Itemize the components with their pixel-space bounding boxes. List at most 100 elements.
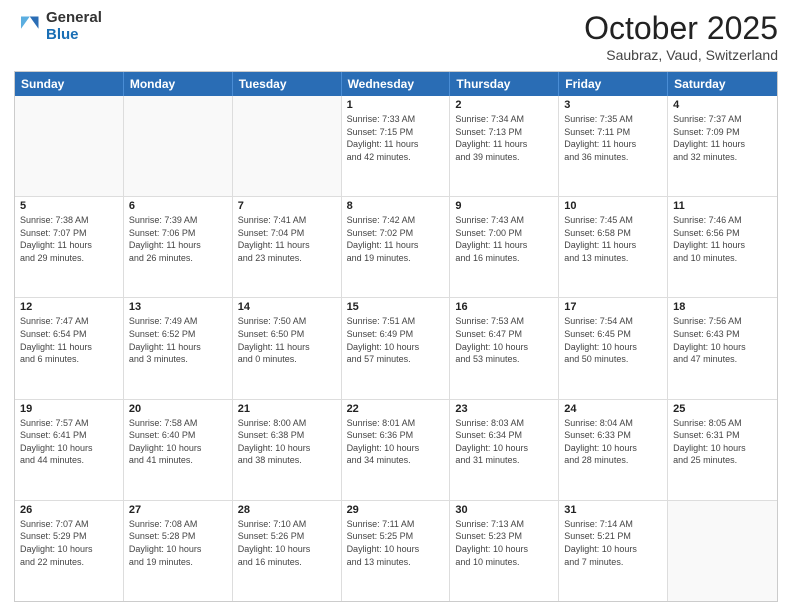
day-info: Sunrise: 7:13 AM Sunset: 5:23 PM Dayligh… bbox=[455, 518, 553, 568]
day-info: Sunrise: 7:43 AM Sunset: 7:00 PM Dayligh… bbox=[455, 214, 553, 264]
day-number: 13 bbox=[129, 301, 227, 313]
day-info: Sunrise: 7:11 AM Sunset: 5:25 PM Dayligh… bbox=[347, 518, 445, 568]
day-info: Sunrise: 7:58 AM Sunset: 6:40 PM Dayligh… bbox=[129, 417, 227, 467]
calendar-cell: 19Sunrise: 7:57 AM Sunset: 6:41 PM Dayli… bbox=[15, 400, 124, 500]
weekday-header: Saturday bbox=[668, 72, 777, 96]
calendar-cell: 14 Sunrise: 7:50 AM Sunset: 6:50 PM Dayli… bbox=[233, 298, 342, 398]
day-number: 18 bbox=[673, 301, 772, 313]
calendar-cell: 24Sunrise: 8:04 AM Sunset: 6:33 PM Dayli… bbox=[559, 400, 668, 500]
day-number: 2 bbox=[455, 99, 553, 111]
day-number: 5 bbox=[20, 200, 118, 212]
calendar-cell: 8Sunrise: 7:42 AM Sunset: 7:02 PM Daylig… bbox=[342, 197, 451, 297]
calendar-cell: 7Sunrise: 7:41 AM Sunset: 7:04 PM Daylig… bbox=[233, 197, 342, 297]
day-info: Sunrise: 7:50 AM Sunset: 6:50 PM Dayligh… bbox=[238, 315, 336, 365]
day-number: 26 bbox=[20, 504, 118, 516]
calendar-cell: 20 Sunrise: 7:58 AM Sunset: 6:40 PM Dayli… bbox=[124, 400, 233, 500]
day-info: Sunrise: 7:47 AM Sunset: 6:54 PM Dayligh… bbox=[20, 315, 118, 365]
day-info: Sunrise: 7:49 AM Sunset: 6:52 PM Dayligh… bbox=[129, 315, 227, 365]
logo: General Blue bbox=[14, 10, 102, 43]
day-info: Sunrise: 7:54 AM Sunset: 6:45 PM Dayligh… bbox=[564, 315, 662, 365]
day-info: Sunrise: 7:38 AM Sunset: 7:07 PM Dayligh… bbox=[20, 214, 118, 264]
day-info: Sunrise: 8:05 AM Sunset: 6:31 PM Dayligh… bbox=[673, 417, 772, 467]
day-info: Sunrise: 8:00 AM Sunset: 6:38 PM Dayligh… bbox=[238, 417, 336, 467]
day-number: 4 bbox=[673, 99, 772, 111]
calendar-cell: 2Sunrise: 7:34 AM Sunset: 7:13 PM Daylig… bbox=[450, 96, 559, 196]
day-number: 15 bbox=[347, 301, 445, 313]
day-info: Sunrise: 7:39 AM Sunset: 7:06 PM Dayligh… bbox=[129, 214, 227, 264]
weekday-header: Tuesday bbox=[233, 72, 342, 96]
weekday-header: Monday bbox=[124, 72, 233, 96]
day-number: 14 bbox=[238, 301, 336, 313]
calendar-cell: 30 Sunrise: 7:13 AM Sunset: 5:23 PM Dayli… bbox=[450, 501, 559, 601]
calendar-cell: 6Sunrise: 7:39 AM Sunset: 7:06 PM Daylig… bbox=[124, 197, 233, 297]
day-info: Sunrise: 7:42 AM Sunset: 7:02 PM Dayligh… bbox=[347, 214, 445, 264]
calendar-row: 26 Sunrise: 7:07 AM Sunset: 5:29 PM Dayli… bbox=[15, 501, 777, 601]
day-number: 27 bbox=[129, 504, 227, 516]
day-number: 29 bbox=[347, 504, 445, 516]
day-info: Sunrise: 7:14 AM Sunset: 5:21 PM Dayligh… bbox=[564, 518, 662, 568]
day-number: 3 bbox=[564, 99, 662, 111]
calendar-row: 5 Sunrise: 7:38 AM Sunset: 7:07 PM Daylig… bbox=[15, 197, 777, 298]
calendar-cell: 11Sunrise: 7:46 AM Sunset: 6:56 PM Dayli… bbox=[668, 197, 777, 297]
day-number: 12 bbox=[20, 301, 118, 313]
day-number: 20 bbox=[129, 403, 227, 415]
calendar-cell: 28 Sunrise: 7:10 AM Sunset: 5:26 PM Dayli… bbox=[233, 501, 342, 601]
day-number: 17 bbox=[564, 301, 662, 313]
calendar-cell: 10Sunrise: 7:45 AM Sunset: 6:58 PM Dayli… bbox=[559, 197, 668, 297]
calendar-row: 19Sunrise: 7:57 AM Sunset: 6:41 PM Dayli… bbox=[15, 400, 777, 501]
calendar-cell: 25 Sunrise: 8:05 AM Sunset: 6:31 PM Dayli… bbox=[668, 400, 777, 500]
day-number: 23 bbox=[455, 403, 553, 415]
calendar-cell: 12 Sunrise: 7:47 AM Sunset: 6:54 PM Dayli… bbox=[15, 298, 124, 398]
calendar-cell bbox=[668, 501, 777, 601]
calendar-cell bbox=[15, 96, 124, 196]
day-info: Sunrise: 7:10 AM Sunset: 5:26 PM Dayligh… bbox=[238, 518, 336, 568]
day-number: 28 bbox=[238, 504, 336, 516]
calendar-cell: 16Sunrise: 7:53 AM Sunset: 6:47 PM Dayli… bbox=[450, 298, 559, 398]
day-info: Sunrise: 7:08 AM Sunset: 5:28 PM Dayligh… bbox=[129, 518, 227, 568]
calendar-cell: 3 Sunrise: 7:35 AM Sunset: 7:11 PM Daylig… bbox=[559, 96, 668, 196]
logo-icon bbox=[14, 13, 42, 41]
calendar-cell bbox=[233, 96, 342, 196]
calendar-cell: 29 Sunrise: 7:11 AM Sunset: 5:25 PM Dayli… bbox=[342, 501, 451, 601]
calendar-cell: 4Sunrise: 7:37 AM Sunset: 7:09 PM Daylig… bbox=[668, 96, 777, 196]
calendar-cell: 13 Sunrise: 7:49 AM Sunset: 6:52 PM Dayli… bbox=[124, 298, 233, 398]
calendar: SundayMondayTuesdayWednesdayThursdayFrid… bbox=[14, 71, 778, 602]
calendar-cell: 31 Sunrise: 7:14 AM Sunset: 5:21 PM Dayli… bbox=[559, 501, 668, 601]
calendar-cell: 17 Sunrise: 7:54 AM Sunset: 6:45 PM Dayli… bbox=[559, 298, 668, 398]
day-number: 9 bbox=[455, 200, 553, 212]
calendar-cell: 27 Sunrise: 7:08 AM Sunset: 5:28 PM Dayli… bbox=[124, 501, 233, 601]
day-number: 11 bbox=[673, 200, 772, 212]
calendar-cell: 26 Sunrise: 7:07 AM Sunset: 5:29 PM Dayli… bbox=[15, 501, 124, 601]
day-info: Sunrise: 7:35 AM Sunset: 7:11 PM Dayligh… bbox=[564, 113, 662, 163]
logo-text: General Blue bbox=[46, 10, 102, 43]
day-number: 30 bbox=[455, 504, 553, 516]
calendar-cell: 5 Sunrise: 7:38 AM Sunset: 7:07 PM Daylig… bbox=[15, 197, 124, 297]
weekday-header: Wednesday bbox=[342, 72, 451, 96]
day-info: Sunrise: 7:45 AM Sunset: 6:58 PM Dayligh… bbox=[564, 214, 662, 264]
day-number: 21 bbox=[238, 403, 336, 415]
calendar-cell: 15 Sunrise: 7:51 AM Sunset: 6:49 PM Dayli… bbox=[342, 298, 451, 398]
calendar-row: 1Sunrise: 7:33 AM Sunset: 7:15 PM Daylig… bbox=[15, 96, 777, 197]
day-number: 19 bbox=[20, 403, 118, 415]
calendar-cell: 22 Sunrise: 8:01 AM Sunset: 6:36 PM Dayli… bbox=[342, 400, 451, 500]
day-number: 31 bbox=[564, 504, 662, 516]
day-info: Sunrise: 8:01 AM Sunset: 6:36 PM Dayligh… bbox=[347, 417, 445, 467]
day-number: 25 bbox=[673, 403, 772, 415]
day-number: 22 bbox=[347, 403, 445, 415]
day-info: Sunrise: 7:41 AM Sunset: 7:04 PM Dayligh… bbox=[238, 214, 336, 264]
calendar-cell: 23 Sunrise: 8:03 AM Sunset: 6:34 PM Dayli… bbox=[450, 400, 559, 500]
weekday-header: Sunday bbox=[15, 72, 124, 96]
day-info: Sunrise: 7:33 AM Sunset: 7:15 PM Dayligh… bbox=[347, 113, 445, 163]
calendar-cell: 18Sunrise: 7:56 AM Sunset: 6:43 PM Dayli… bbox=[668, 298, 777, 398]
calendar-body: 1Sunrise: 7:33 AM Sunset: 7:15 PM Daylig… bbox=[15, 96, 777, 601]
calendar-cell: 1Sunrise: 7:33 AM Sunset: 7:15 PM Daylig… bbox=[342, 96, 451, 196]
day-info: Sunrise: 7:07 AM Sunset: 5:29 PM Dayligh… bbox=[20, 518, 118, 568]
day-info: Sunrise: 7:51 AM Sunset: 6:49 PM Dayligh… bbox=[347, 315, 445, 365]
calendar-cell: 9 Sunrise: 7:43 AM Sunset: 7:00 PM Daylig… bbox=[450, 197, 559, 297]
title-block: October 2025 Saubraz, Vaud, Switzerland bbox=[584, 10, 778, 63]
calendar-header: SundayMondayTuesdayWednesdayThursdayFrid… bbox=[15, 72, 777, 96]
calendar-cell bbox=[124, 96, 233, 196]
day-info: Sunrise: 7:53 AM Sunset: 6:47 PM Dayligh… bbox=[455, 315, 553, 365]
day-info: Sunrise: 8:03 AM Sunset: 6:34 PM Dayligh… bbox=[455, 417, 553, 467]
weekday-header: Friday bbox=[559, 72, 668, 96]
